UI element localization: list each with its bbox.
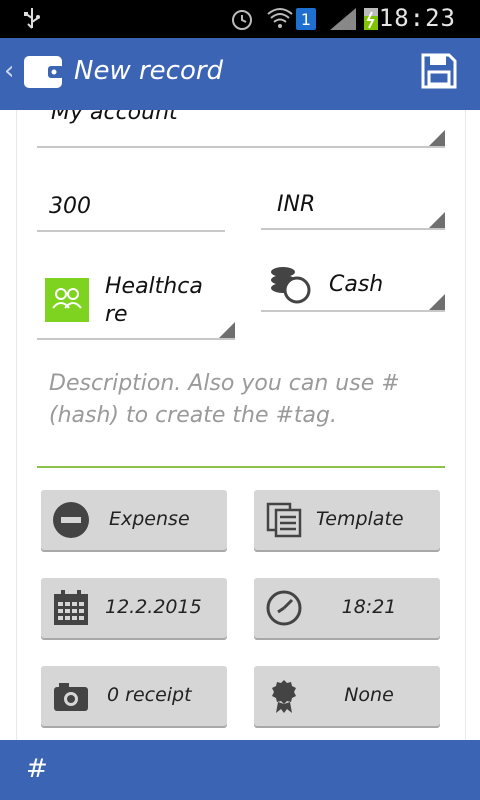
status-icons: 1: [232, 8, 378, 30]
save-icon[interactable]: [420, 52, 458, 90]
expense-label: Expense: [109, 508, 190, 530]
description-underline: [37, 466, 445, 468]
page-title: New record: [74, 56, 224, 86]
record-form: My account 300 INR Healthca re Cash Desc…: [16, 110, 466, 740]
battery-icon: [364, 8, 378, 30]
category-spinner[interactable]: Healthca re: [37, 268, 235, 340]
date-label: 12.2.2015: [105, 596, 202, 618]
wifi-icon: [267, 8, 293, 28]
time-label: 18:21: [341, 596, 397, 618]
category-value-line1: Healthca: [105, 274, 203, 299]
template-icon: [266, 502, 302, 538]
usb-icon: [24, 8, 40, 29]
status-time: 18:23: [378, 4, 456, 32]
warranty-button[interactable]: None: [254, 666, 440, 726]
badge-ribbon-icon: [272, 680, 296, 713]
coins-icon: [271, 267, 311, 304]
minus-circle-icon: [53, 502, 89, 538]
dropdown-triangle-icon: [429, 294, 445, 310]
template-label: Template: [316, 508, 404, 530]
account-value: My account: [51, 110, 178, 125]
bottom-bar: #: [0, 740, 480, 800]
description-input[interactable]: Description. Also you can use # (hash) t…: [49, 368, 421, 432]
dropdown-triangle-icon: [219, 322, 235, 338]
receipt-button[interactable]: 0 receipt: [41, 666, 227, 726]
dropdown-triangle-icon: [429, 212, 445, 228]
description-placeholder-line1: Description. Also you can use #: [49, 371, 400, 396]
time-button[interactable]: 18:21: [254, 578, 440, 638]
amount-input[interactable]: 300: [37, 188, 225, 232]
action-bar: ‹ New record: [0, 38, 480, 110]
template-button[interactable]: Template: [254, 490, 440, 550]
payment-type-spinner[interactable]: Cash: [261, 264, 445, 312]
expense-button[interactable]: Expense: [41, 490, 227, 550]
currency-value: INR: [277, 192, 316, 217]
warranty-label: None: [344, 684, 394, 706]
amount-value: 300: [49, 194, 91, 219]
dropdown-triangle-icon: [429, 130, 445, 146]
hashtag-button[interactable]: #: [26, 754, 48, 784]
currency-spinner[interactable]: INR: [261, 186, 445, 230]
description-placeholder-line2: (hash) to create the #tag.: [49, 403, 337, 428]
calendar-icon: [54, 590, 88, 625]
camera-icon: [54, 683, 88, 711]
payment-type-value: Cash: [329, 272, 384, 297]
signal-icon: [330, 8, 356, 30]
account-spinner[interactable]: My account: [37, 110, 445, 148]
category-value-line2: re: [105, 302, 128, 327]
date-button[interactable]: 12.2.2015: [41, 578, 227, 638]
receipt-label: 0 receipt: [107, 684, 192, 706]
notification-badge-icon: 1: [296, 8, 316, 30]
wallet-icon[interactable]: [22, 52, 66, 92]
alarm-icon: [232, 10, 252, 30]
svg-text:1: 1: [301, 10, 311, 29]
status-bar: 1 18:23: [0, 0, 480, 38]
back-chevron-icon[interactable]: ‹: [4, 56, 14, 86]
clock-icon: [266, 590, 302, 626]
healthcare-category-icon: [45, 278, 89, 322]
